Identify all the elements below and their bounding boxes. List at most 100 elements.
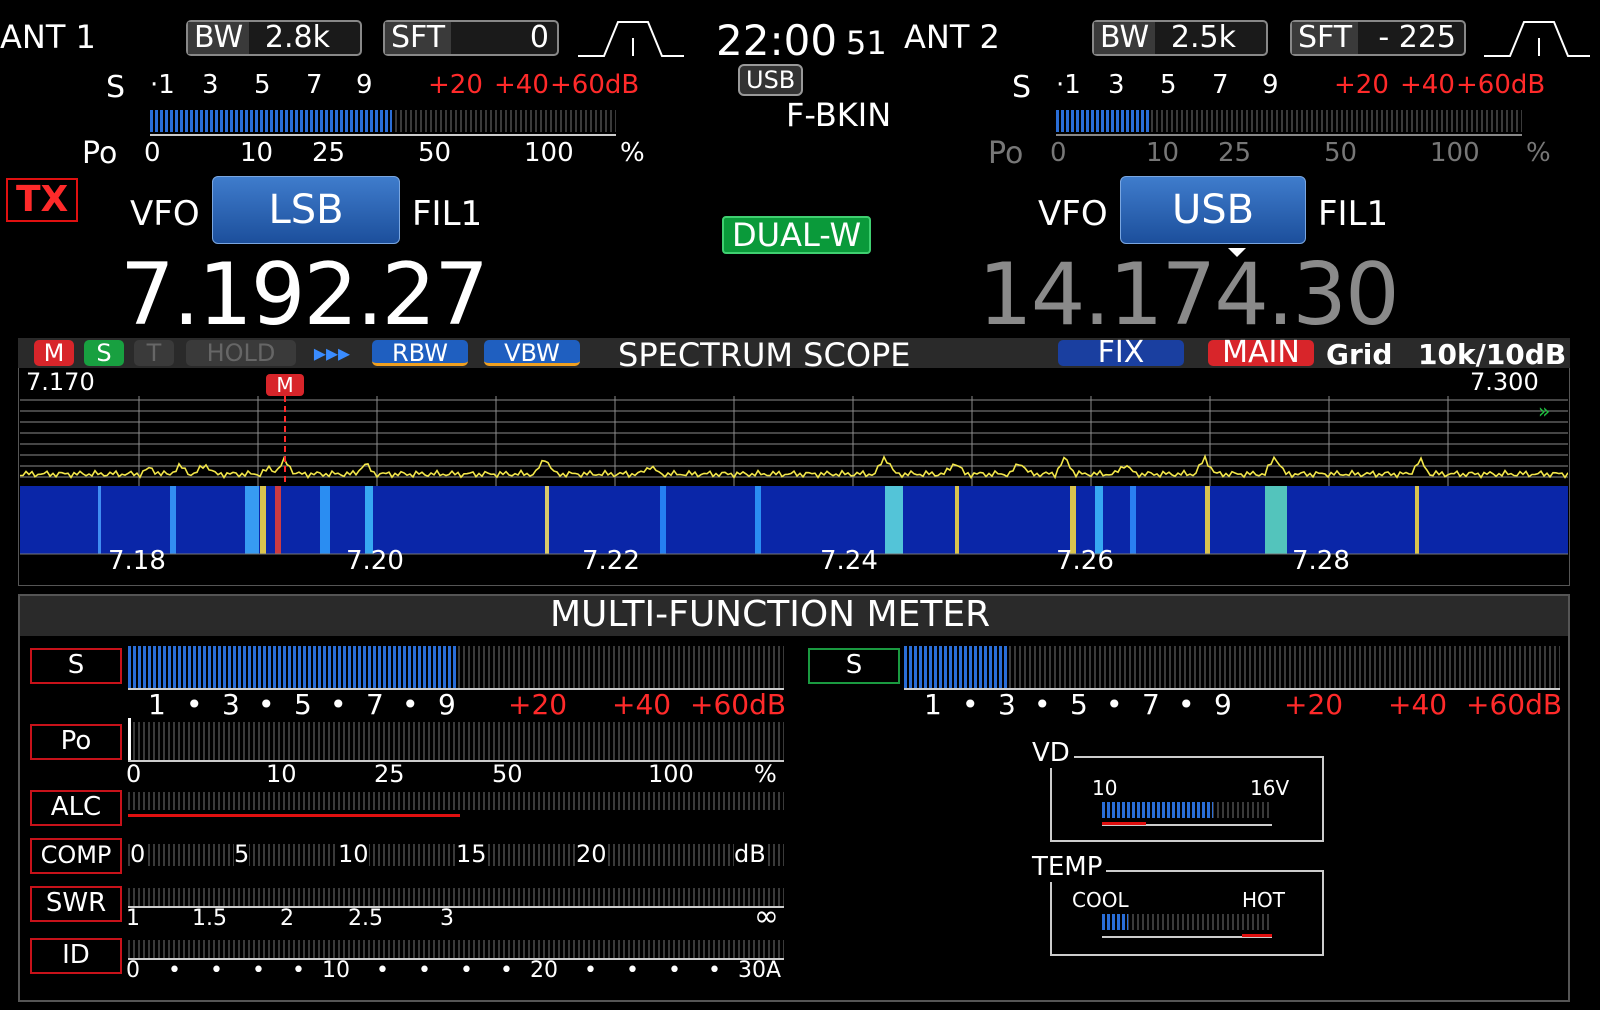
vd-max: 16V	[1250, 776, 1290, 800]
scope-start-freq: 7.170	[26, 368, 95, 396]
main-bw-pill[interactable]: BW 2.8k	[186, 20, 362, 56]
sub-filter-label[interactable]: FIL1	[1318, 194, 1388, 234]
scope-edge-arrows-icon: »	[1538, 399, 1550, 423]
main-s-scale: ·1 3 5 7 9 +20 +40 +60dB	[150, 70, 640, 100]
meter-s-sub-label[interactable]: S	[808, 648, 900, 684]
sub-meter-axis	[1056, 134, 1522, 136]
scope-main-tag[interactable]: MAIN	[1208, 338, 1314, 368]
main-antenna-label[interactable]: ANT 1	[0, 18, 96, 56]
scope-vbw-tag[interactable]: VBW	[484, 340, 580, 366]
meter-s-sub-fill	[904, 646, 1009, 688]
meter-comp-scale: 0 5 10 15 20 dB	[130, 840, 766, 868]
sub-frequency[interactable]: 14.174.30	[978, 252, 1400, 338]
sub-bw-key: BW	[1094, 22, 1156, 54]
sub-s-scale: ·1 3 5 7 9 +20 +40 +60dB	[1056, 70, 1546, 100]
meter-s-main-scale: 1 • 3 • 5 • 7 • 9 +20 +40 +60dB	[148, 688, 787, 721]
dualwatch-badge[interactable]: DUAL-W	[722, 216, 872, 254]
scope-mode-t-tag[interactable]: T	[134, 340, 174, 366]
multi-function-meter-panel: MULTI-FUNCTION METER S 1 • 3 • 5 • 7 • 9…	[18, 594, 1570, 1002]
waterfall-signal	[885, 486, 903, 554]
main-s-meter-fill	[150, 110, 393, 132]
scope-hold-tag[interactable]: HOLD	[186, 340, 296, 366]
main-sft-key: SFT	[385, 22, 452, 54]
temp-track	[1102, 914, 1272, 930]
vd-label: VD	[1032, 738, 1074, 768]
waterfall-signal	[660, 486, 666, 554]
sub-sft-key: SFT	[1292, 22, 1359, 54]
temp-max: HOT	[1242, 888, 1285, 912]
waterfall-signal	[1095, 486, 1103, 554]
clock-seconds: 51	[846, 24, 887, 62]
scope-axis-label: 7.28	[1292, 546, 1350, 576]
waterfall-signal	[260, 486, 266, 554]
waterfall-signal	[245, 486, 259, 554]
scope-mode-m-tag[interactable]: M	[34, 340, 74, 366]
scope-rbw-tag[interactable]: RBW	[372, 340, 468, 366]
waterfall-signal	[1265, 486, 1287, 554]
meter-comp-label[interactable]: COMP	[30, 838, 122, 874]
main-po-scale: 0 10 25 50 100 %	[144, 138, 645, 168]
meter-id-scale: 0 • • • • 10 • • • • 20 • • • • 30A	[126, 958, 782, 983]
main-filter-label[interactable]: FIL1	[412, 194, 482, 234]
scope-axis-label: 7.20	[346, 546, 404, 576]
meter-swr-label[interactable]: SWR	[30, 886, 122, 922]
tx-indicator: TX	[6, 178, 79, 222]
waterfall-signal	[170, 486, 176, 554]
meter-alc-label[interactable]: ALC	[30, 790, 122, 826]
scope-axis-label: 7.26	[1056, 546, 1114, 576]
sub-sft-pill[interactable]: SFT - 225	[1290, 20, 1466, 56]
main-vfo-label[interactable]: VFO	[130, 194, 200, 234]
sub-bw-pill[interactable]: BW 2.5k	[1092, 20, 1268, 56]
meter-s-sub-scale: 1 • 3 • 5 • 7 • 9 +20 +40 +60dB	[924, 688, 1563, 721]
waterfall-signal	[365, 486, 373, 554]
meter-s-main-label[interactable]: S	[30, 648, 122, 684]
break-in-mode: F-BKIN	[786, 96, 892, 134]
scope-speed-tag[interactable]: ▸▸▸	[308, 340, 356, 366]
scope-fix-tag[interactable]: FIX	[1058, 338, 1184, 368]
scope-mode-s-tag[interactable]: S	[84, 340, 124, 366]
waterfall-signal	[545, 486, 549, 554]
sub-s-meter-fill	[1056, 110, 1150, 132]
waterfall-signal	[320, 486, 330, 554]
temp-box	[1050, 870, 1324, 956]
meter-alc-track	[128, 792, 784, 810]
scope-axis-label: 7.18	[108, 546, 166, 576]
meter-swr-track	[128, 888, 784, 906]
scope-frequency-axis: 7.18 7.20 7.22 7.24 7.26 7.28	[20, 546, 1568, 576]
temp-min: COOL	[1072, 888, 1129, 912]
vd-fill	[1102, 802, 1213, 818]
main-mode-button[interactable]: LSB	[212, 176, 400, 244]
sub-mode-button[interactable]: USB	[1120, 176, 1306, 244]
scope-end-freq: 7.300	[1470, 368, 1539, 396]
main-frequency[interactable]: 7.192.27	[120, 252, 489, 338]
main-meter-axis	[150, 134, 616, 136]
waterfall-signal	[1415, 486, 1419, 554]
waterfall-signal	[1070, 486, 1076, 554]
main-bw-value: 2.8k	[264, 20, 330, 55]
scope-marker-m[interactable]: M	[266, 374, 304, 396]
meter-po-track	[128, 722, 784, 760]
main-sft-value: 0	[529, 20, 549, 55]
waterfall-signal	[1205, 486, 1210, 554]
sub-bw-value: 2.5k	[1170, 20, 1236, 55]
waterfall-signal	[275, 486, 281, 554]
waterfall-signal	[755, 486, 761, 554]
main-sft-pill[interactable]: SFT 0	[383, 20, 559, 56]
sub-antenna-label[interactable]: ANT 2	[904, 18, 1000, 56]
scope-axis-label: 7.22	[582, 546, 640, 576]
scope-header: M S T HOLD ▸▸▸ RBW VBW SPECTRUM SCOPE FI…	[18, 336, 1570, 374]
waterfall-signal	[955, 486, 959, 554]
clock-time: 22:00	[716, 16, 838, 65]
meter-po-label[interactable]: Po	[30, 724, 122, 760]
main-s-label: S	[106, 70, 126, 105]
main-po-label: Po	[82, 136, 118, 171]
meter-alc-zone	[128, 814, 460, 817]
meter-id-label[interactable]: ID	[30, 938, 122, 974]
sub-s-label: S	[1012, 70, 1032, 105]
sub-po-label: Po	[988, 136, 1024, 171]
temp-fill	[1102, 914, 1128, 930]
waterfall-signal	[98, 486, 101, 554]
mode-badge: USB	[738, 64, 804, 96]
sub-vfo-label[interactable]: VFO	[1038, 194, 1108, 234]
sub-sft-value: - 225	[1378, 20, 1456, 55]
